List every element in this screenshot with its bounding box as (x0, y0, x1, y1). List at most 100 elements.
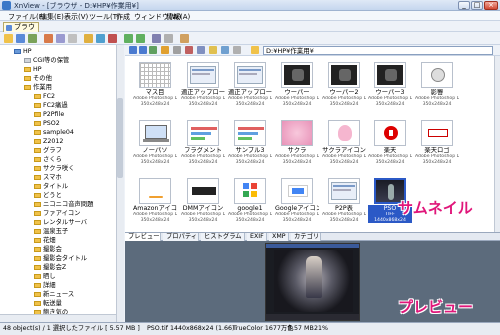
filter-icon[interactable] (197, 46, 205, 54)
tree-item[interactable]: FC2痛過 (34, 102, 68, 110)
tree-item[interactable]: HP (14, 48, 32, 56)
tree-item[interactable]: グラフ (34, 147, 62, 155)
capture-icon[interactable] (96, 34, 105, 43)
tree-item[interactable]: どうと (34, 192, 62, 200)
tree-item[interactable]: レンタルサーバ (34, 219, 87, 227)
slideshow-icon[interactable] (44, 34, 53, 43)
tree-item[interactable]: ファアイコン (34, 210, 80, 218)
up-folder-icon[interactable] (149, 46, 157, 54)
preview-tab[interactable]: ヒストグラム (201, 233, 245, 241)
tree-item[interactable]: P2Pfile (34, 111, 64, 119)
thumbnail-dimensions: 350x248x24 (375, 159, 405, 165)
maximize-button[interactable]: □ (471, 1, 483, 10)
tree-item[interactable]: サクラ咲く (34, 165, 74, 173)
favorite-icon[interactable] (209, 46, 217, 54)
preview-tab[interactable]: プレビュー (125, 233, 161, 241)
close-button[interactable]: × (484, 1, 498, 10)
tree-scroll-thumb[interactable] (117, 98, 123, 178)
thumbnail-meta: Adobe Photoshop Do...350x248x24 (368, 96, 412, 107)
delete-icon[interactable] (108, 34, 117, 43)
thumbnail-scrollbar[interactable] (494, 56, 500, 232)
thumbnail-item[interactable]: DMMアイコンAdobe Photoshop Do...350x248x24 (181, 176, 225, 229)
tree-item[interactable]: タイトル (34, 183, 68, 191)
list-view-icon[interactable] (173, 46, 181, 54)
thumbnail-item[interactable]: AmazonアイコンAdobe Photoshop Do...350x248x2… (133, 176, 177, 229)
thumbnail-item[interactable]: ノーパソAdobe Photoshop Do...350x248x24 (133, 118, 177, 171)
forward-icon[interactable] (139, 46, 147, 54)
sort-icon[interactable] (185, 46, 193, 54)
tree-item[interactable]: HP (24, 66, 42, 74)
thumbnail-item[interactable]: 適正アップロー...Adobe Photoshop Do...350x248x2… (181, 60, 225, 113)
tree-item[interactable]: さくら (34, 156, 62, 164)
thumbnail-dimensions: 350x248x24 (375, 101, 405, 107)
back-icon[interactable] (129, 46, 137, 54)
tree-item[interactable]: 新ニュース (34, 291, 74, 299)
tree-item[interactable]: 転送量 (34, 300, 62, 308)
tree-item[interactable]: FC2 (34, 93, 55, 101)
settings-icon[interactable] (164, 34, 173, 43)
thumbnail-image (139, 120, 171, 146)
thumbnail-item[interactable]: ウーパー2Adobe Photoshop Do...350x248x24 (322, 60, 366, 113)
star-icon[interactable] (84, 34, 93, 43)
thumbnail-item[interactable]: ウーパー3Adobe Photoshop Do...350x248x24 (368, 60, 412, 113)
rotate-right-icon[interactable] (136, 34, 145, 43)
thumbnail-item[interactable]: 楽天ロゴAdobe Photoshop Do...350x248x24 (415, 118, 459, 171)
tree-item-label: CGI等の保管 (33, 57, 70, 64)
preview-tab[interactable]: EXIF (247, 233, 267, 241)
thumbnail-item[interactable]: ウーパーAdobe Photoshop Do...350x248x24 (275, 60, 319, 113)
thumbnail-dimensions: 350x248x24 (188, 159, 218, 165)
help-icon[interactable] (180, 34, 189, 43)
thumbnail-image (139, 178, 171, 204)
thumbnail-item[interactable]: GoogleアイコンAdobe Photoshop Do...350x248x2… (275, 176, 319, 229)
tree-item[interactable]: 詳細 (34, 282, 56, 290)
print-icon[interactable] (68, 34, 77, 43)
options-icon[interactable] (233, 46, 241, 54)
thumbnail-name: P2P表 (335, 205, 353, 212)
preview-tab[interactable]: プロパティ (163, 233, 199, 241)
tree-item[interactable]: その他 (24, 75, 52, 83)
tree-item[interactable]: 花畑 (34, 237, 56, 245)
tree-item[interactable]: 撮影会Z (34, 264, 66, 272)
tree-item[interactable]: 撮影会 (34, 246, 62, 254)
thumbnail-image (234, 62, 266, 88)
tree-item[interactable]: sample04 (34, 129, 74, 137)
tree-item[interactable]: Z2012 (34, 138, 63, 146)
thumbnail-item[interactable]: サクラアイコンAdobe Photoshop Do...350x248x24 (322, 118, 366, 171)
minimize-button[interactable]: _ (458, 1, 470, 10)
thumbnail-item[interactable]: 適正アップロー...Adobe Photoshop Do...350x248x2… (228, 60, 272, 113)
tree-item[interactable]: 晒し (34, 273, 56, 281)
thumbnail-item[interactable]: フラグメントAdobe Photoshop Do...350x248x24 (181, 118, 225, 171)
thumbnail-item[interactable]: P2P表Adobe Photoshop Do...350x248x24 (322, 176, 366, 229)
tree-vertical-scrollbar[interactable] (116, 45, 124, 322)
tree-item[interactable]: ニコニコ音声問題 (34, 201, 93, 209)
path-input[interactable]: D:¥HP¥作業用¥ (263, 46, 493, 55)
thumbnail-item[interactable]: 楽天Adobe Photoshop Do...350x248x24 (368, 118, 412, 171)
open-folder-icon[interactable] (4, 34, 13, 43)
folder-icon (34, 211, 41, 216)
tree-item[interactable]: 温泉玉子 (34, 228, 68, 236)
thumbnail-item[interactable]: サクラAdobe Photoshop Do...350x248x24 (275, 118, 319, 171)
tree-item-label: 詳細 (43, 282, 56, 289)
tree-item[interactable]: 作業用 (24, 84, 52, 92)
tree-item[interactable]: 撮影会タイトル (34, 255, 87, 263)
folder-tree[interactable]: HP CGI等の保管 HP その他 作業用 FC2 FC2痛過 P2Pfile PSO2 samp… (0, 45, 124, 322)
tree-item[interactable]: PSO2 (34, 120, 60, 128)
preview-tab[interactable]: XMP (269, 233, 289, 241)
preview-tab[interactable]: カテゴリ (291, 233, 321, 241)
tree-horizontal-scrollbar[interactable] (0, 314, 116, 322)
tab-browser[interactable]: ブラウザ (3, 22, 39, 40)
thumbnail-item[interactable]: google1Adobe Photoshop Do...350x248x24 (228, 176, 272, 229)
thumbnail-item[interactable]: マス目Adobe Photoshop Do...350x248x24 (133, 60, 177, 113)
tree-item[interactable]: CGI等の保管 (24, 57, 69, 65)
thumbnail-item[interactable]: 影響Adobe Photoshop Do...350x248x24 (415, 60, 459, 113)
convert-icon[interactable] (56, 34, 65, 43)
refresh-icon[interactable] (28, 34, 37, 43)
zoom-icon[interactable] (152, 34, 161, 43)
rotate-left-icon[interactable] (124, 34, 133, 43)
thumbnail-view-icon[interactable] (161, 46, 169, 54)
category-icon[interactable] (221, 46, 229, 54)
thumbnail-item[interactable]: サンプル3Adobe Photoshop Do...350x248x24 (228, 118, 272, 171)
tree-item[interactable]: スマホ (34, 174, 62, 182)
save-icon[interactable] (16, 34, 25, 43)
thumbnail-type: Adobe Photoshop Do... (181, 96, 225, 101)
